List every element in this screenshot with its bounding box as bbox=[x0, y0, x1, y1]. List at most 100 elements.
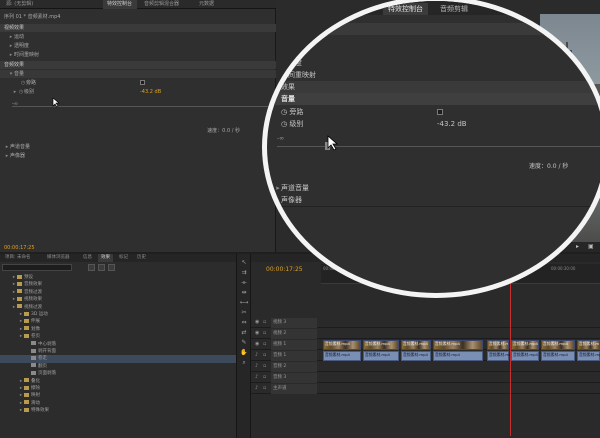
lock-track-icon[interactable]: ▫ bbox=[263, 330, 266, 336]
toggle-output-icon[interactable]: ◉ bbox=[255, 341, 259, 347]
razor-icon[interactable]: ✂ bbox=[239, 308, 249, 317]
zoom-row-volume[interactable]: 音量 bbox=[281, 93, 295, 105]
export-frame-icon[interactable]: ▣ bbox=[588, 243, 594, 250]
effects-tree-item[interactable]: 卷走 bbox=[0, 355, 236, 363]
video-clip[interactable]: 音频素材.mp4 bbox=[401, 340, 431, 350]
slide-tool-icon[interactable]: ⇄ bbox=[239, 328, 249, 337]
tab-history[interactable]: 历史 bbox=[134, 254, 149, 262]
level-value[interactable]: -43.2 dB bbox=[140, 88, 161, 96]
track-header-label[interactable]: 音频 2 bbox=[271, 362, 317, 372]
effects-tree-item[interactable]: ▸ 滑动 bbox=[0, 400, 236, 407]
effects-tree-item[interactable]: ▸ 特殊效果 bbox=[0, 407, 236, 414]
zoom-row-panner[interactable]: 声像器 bbox=[281, 194, 302, 206]
tab-metadata[interactable]: 元数据 bbox=[195, 0, 225, 9]
tab-audio-mixer[interactable]: 音频剪辑混合器 bbox=[140, 0, 192, 9]
audio-clip[interactable]: 音频素材.mp4 bbox=[433, 351, 483, 361]
zoom-level-value[interactable]: -43.2 dB bbox=[437, 118, 467, 130]
video-clip[interactable]: 音频素材.mp4 bbox=[511, 340, 539, 350]
32bit-filter-icon[interactable] bbox=[98, 264, 105, 271]
zoom-tool-icon[interactable]: ⌕ bbox=[239, 358, 249, 367]
toggle-output-icon[interactable]: ◉ bbox=[255, 319, 259, 325]
audio-clip[interactable]: 音频素材.mp4 bbox=[511, 351, 539, 361]
tab-info[interactable]: 信息 bbox=[80, 254, 95, 262]
zoom-row-channel-volume[interactable]: ▸声道音量 bbox=[275, 182, 309, 194]
selection-tool-icon[interactable]: ↖ bbox=[239, 258, 249, 267]
lock-track-icon[interactable]: ▫ bbox=[263, 319, 266, 325]
effects-tree-item[interactable]: 剥开背面 bbox=[0, 348, 236, 355]
effect-row-time-remap[interactable]: ▸ 时间重映射 bbox=[0, 51, 276, 59]
effect-row-opacity[interactable]: ▸ 透明度 bbox=[0, 42, 276, 50]
effects-tree-item[interactable]: ▸ 视频过渡 bbox=[0, 304, 236, 311]
track-header-label[interactable]: 视频 2 bbox=[271, 329, 317, 339]
track-header-label[interactable]: 音频 3 bbox=[271, 373, 317, 383]
effects-tree-item[interactable]: 中心剥落 bbox=[0, 341, 236, 348]
audio-clip[interactable]: 音频素材.mp4 bbox=[401, 351, 431, 361]
audio-clip[interactable]: 音频素材.mp4 bbox=[487, 351, 514, 361]
lock-track-icon[interactable]: ▫ bbox=[263, 374, 266, 380]
bypass-checkbox[interactable] bbox=[140, 80, 145, 85]
zoom-row-opacity[interactable]: 透明度 bbox=[281, 57, 302, 69]
effect-row-volume[interactable]: ▾ 音量 bbox=[0, 70, 276, 78]
effects-tree-item[interactable]: 翻页 bbox=[0, 363, 236, 370]
rolling-edit-icon[interactable]: ⇹ bbox=[239, 288, 249, 297]
tab-project[interactable]: 项目: 未命名 bbox=[2, 254, 33, 262]
video-clip[interactable]: 音频素材.mp4 bbox=[487, 340, 509, 350]
rate-stretch-icon[interactable]: ⟷ bbox=[239, 298, 249, 307]
track-header-label[interactable]: 音频 1 bbox=[271, 351, 317, 361]
level-slider-track[interactable] bbox=[12, 106, 272, 107]
video-clip[interactable]: 音频素材.mp4 bbox=[363, 340, 399, 350]
track-header-label[interactable]: 主声道 bbox=[271, 384, 317, 394]
step-forward-icon[interactable]: ▸ bbox=[576, 243, 579, 250]
playhead[interactable] bbox=[510, 264, 511, 436]
effects-tree-item[interactable]: ▸ 视频效果 bbox=[0, 296, 236, 303]
speaker-icon[interactable]: ♪ bbox=[255, 385, 258, 391]
effects-tree-item[interactable]: ▸ 映射 bbox=[0, 392, 236, 399]
effects-search-input[interactable] bbox=[2, 264, 72, 271]
tab-effects[interactable]: 效果 bbox=[98, 254, 113, 262]
track-header-label[interactable]: 视频 3 bbox=[271, 318, 317, 328]
video-clip[interactable]: 音频素材.mp4 bbox=[577, 340, 600, 350]
toggle-output-icon[interactable]: ◉ bbox=[255, 330, 259, 336]
effects-tree-item[interactable]: ▸ 划像 bbox=[0, 326, 236, 333]
lock-track-icon[interactable]: ▫ bbox=[263, 363, 266, 369]
effects-tree-item[interactable]: ▸ 叠化 bbox=[0, 378, 236, 385]
lock-track-icon[interactable]: ▫ bbox=[263, 385, 266, 391]
yuv-filter-icon[interactable] bbox=[108, 264, 115, 271]
video-clip[interactable]: 音频素材.mp4 bbox=[323, 340, 361, 350]
lock-track-icon[interactable]: ▫ bbox=[263, 341, 266, 347]
video-clip[interactable]: 音频素材.mp4 bbox=[541, 340, 575, 350]
speaker-icon[interactable]: ♪ bbox=[255, 363, 258, 369]
zoom-tab-effect-controls[interactable]: 特效控制台 bbox=[383, 3, 428, 15]
zoom-tab-audio-clip[interactable]: 音频剪辑 bbox=[435, 3, 473, 15]
zoom-bypass-checkbox[interactable] bbox=[437, 109, 443, 115]
effect-row-motion[interactable]: ▸ 运动 bbox=[0, 33, 276, 41]
tab-markers[interactable]: 标记 bbox=[116, 254, 131, 262]
accelerated-filter-icon[interactable] bbox=[88, 264, 95, 271]
ripple-edit-icon[interactable]: ⟛ bbox=[239, 278, 249, 287]
effect-row-channel-volume[interactable]: ▸ 声道音量 bbox=[0, 143, 276, 151]
effects-tree-item[interactable]: ▸ 伸展 bbox=[0, 318, 236, 325]
audio-clip[interactable]: 音频素材.mp4 bbox=[577, 351, 600, 361]
lock-track-icon[interactable]: ▫ bbox=[263, 352, 266, 358]
effects-tree-item[interactable]: ▸ 3D 运动 bbox=[0, 311, 236, 318]
effects-tree-item[interactable]: ▸ 擦除 bbox=[0, 385, 236, 392]
video-clip[interactable]: 音频素材.mp4 bbox=[433, 340, 483, 350]
effects-tree-item[interactable]: ▸ 预设 bbox=[0, 274, 236, 281]
zoom-row-motion[interactable]: 运动 bbox=[281, 45, 295, 57]
effect-row-panner[interactable]: ▸ 声像器 bbox=[0, 152, 276, 160]
zoom-row-time-remap[interactable]: 时间重映射 bbox=[281, 69, 316, 81]
audio-clip[interactable]: 音频素材.mp4 bbox=[541, 351, 575, 361]
speaker-icon[interactable]: ♪ bbox=[255, 374, 258, 380]
hand-tool-icon[interactable]: ✋ bbox=[239, 348, 249, 357]
tab-source[interactable]: 源: (无剪辑) bbox=[2, 0, 100, 9]
effects-tree-item[interactable]: 页面剥落 bbox=[0, 370, 236, 377]
effects-tree-item[interactable]: ▸ 音频效果 bbox=[0, 281, 236, 288]
speaker-icon[interactable]: ♪ bbox=[255, 352, 258, 358]
track-header-label[interactable]: 视频 1 bbox=[271, 340, 317, 350]
tab-media-browser[interactable]: 媒体浏览器 bbox=[44, 254, 73, 262]
effects-tree-item[interactable]: ▸ 卷页 bbox=[0, 333, 236, 340]
ec-timecode[interactable]: 00:00:17:25 bbox=[0, 244, 276, 252]
effects-tree-item[interactable]: ▸ 音频过渡 bbox=[0, 289, 236, 296]
audio-clip[interactable]: 音频素材.mp4 bbox=[363, 351, 399, 361]
pen-tool-icon[interactable]: ✎ bbox=[239, 338, 249, 347]
